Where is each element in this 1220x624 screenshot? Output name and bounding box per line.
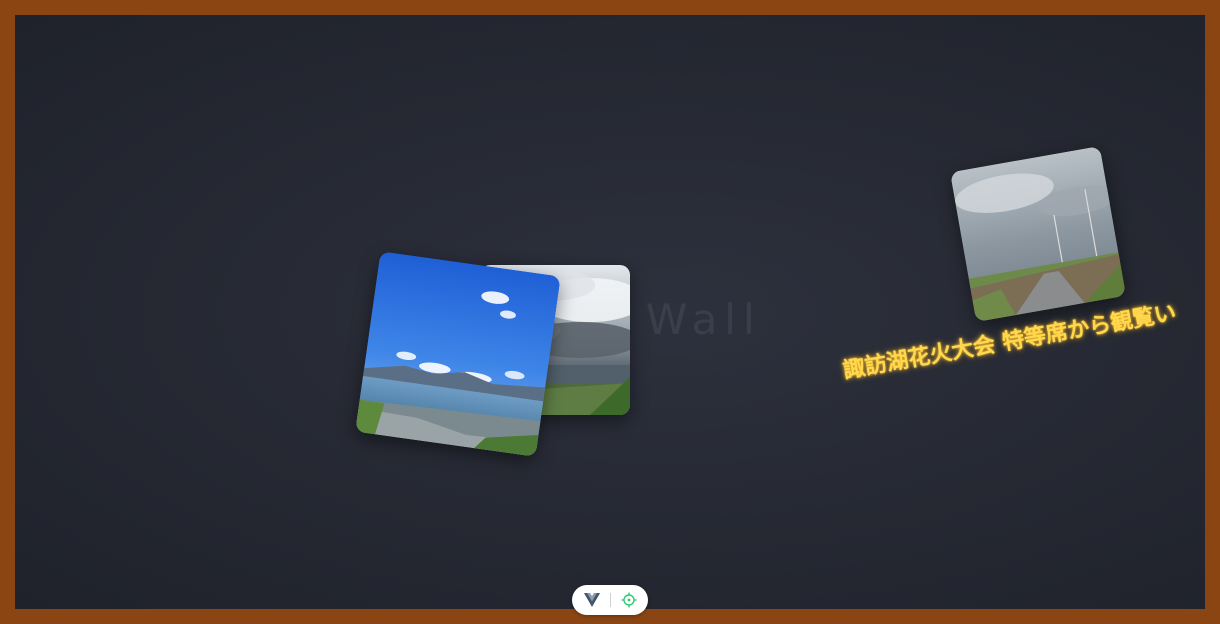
vue-logo-icon: [583, 593, 600, 607]
inspect-element-button[interactable]: [617, 588, 641, 612]
photo-card-lake-view[interactable]: [355, 251, 561, 457]
photo-country-road-image: [949, 145, 1127, 323]
crosshair-icon: [621, 592, 636, 608]
photo-wall-canvas[interactable]: Love Wall: [15, 15, 1205, 609]
vue-devtools-button[interactable]: [580, 588, 604, 612]
toolbar-divider: [609, 593, 611, 607]
photo-lake-view-image: [355, 251, 561, 457]
photo-card-country-road[interactable]: [949, 145, 1127, 323]
bottom-toolbar: [572, 585, 648, 615]
